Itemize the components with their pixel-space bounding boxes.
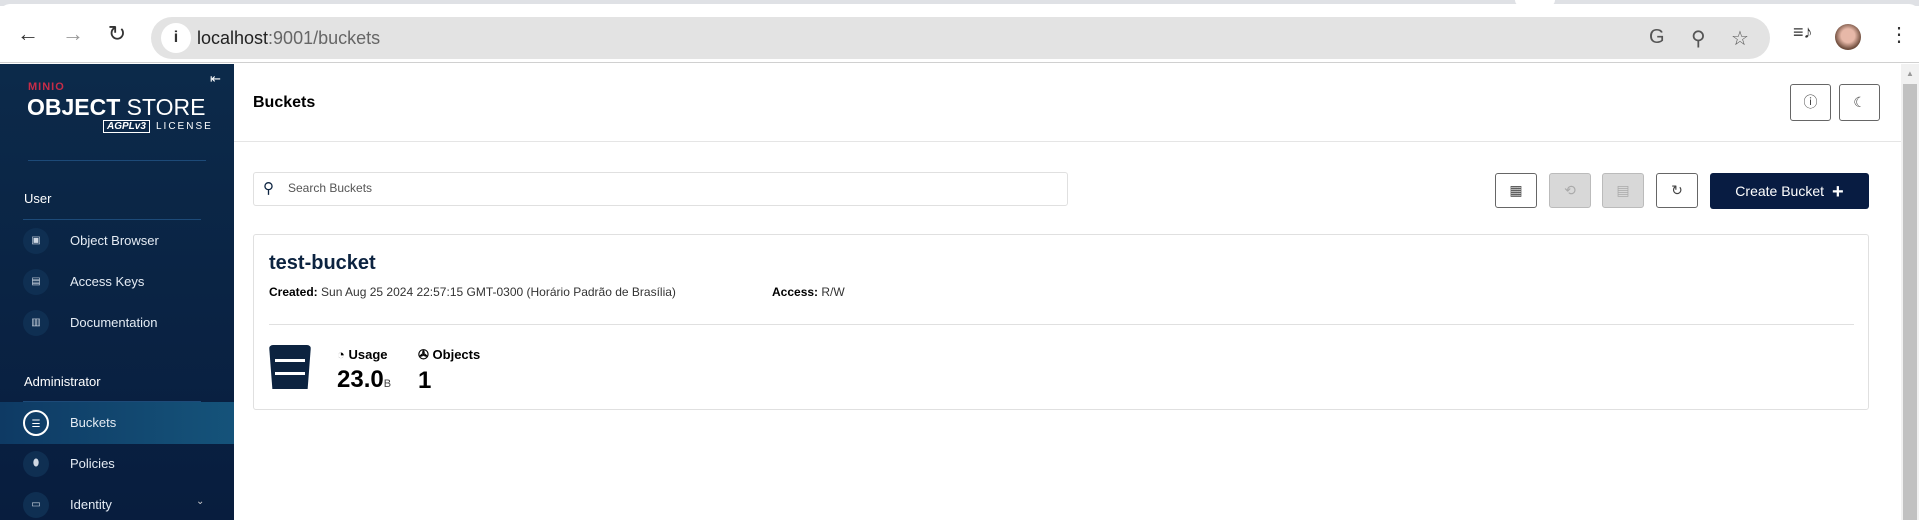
replication-icon: ⟲ (1564, 182, 1576, 198)
sidebar-item-buckets[interactable]: ☰ Buckets (0, 402, 234, 444)
sidebar-item-label: Documentation (70, 315, 158, 330)
scrollbar-thumb[interactable] (1903, 84, 1917, 520)
profile-avatar[interactable] (1835, 24, 1861, 50)
bucket-access: Access: R/W (772, 285, 845, 299)
access-keys-icon: ▤ (23, 269, 49, 295)
create-bucket-label: Create Bucket (1735, 183, 1825, 199)
section-user: User (24, 191, 52, 206)
help-icon: ⓘ (1803, 94, 1818, 110)
browser-toolbar: ← → ↻ i localhost:9001/buckets G ⚲ ☆ ≡♪ … (0, 4, 1919, 63)
sidebar-item-documentation[interactable]: ▥ Documentation (0, 302, 234, 344)
bucket-name[interactable]: test-bucket (269, 252, 376, 275)
sidebar: MINIO OBJECT STORE AGPLv3 LICENSE ⇤ User… (0, 64, 234, 520)
usage-stat: ◔ Usage 23.0B (337, 347, 392, 393)
collapse-sidebar-icon[interactable]: ⇤ (210, 71, 221, 87)
bucket-created: Created: Sun Aug 25 2024 22:57:15 GMT-03… (269, 285, 676, 299)
refresh-button[interactable]: ↻ (1656, 173, 1698, 208)
url-host: localhost (197, 28, 269, 48)
agpl-badge: AGPLv3 (103, 120, 150, 133)
search-bar[interactable]: ⚲ (253, 172, 1068, 206)
documentation-icon: ▥ (23, 310, 49, 336)
bucket-icon (269, 345, 311, 389)
brand-logo: MINIO (28, 81, 65, 93)
page-title: Buckets (253, 94, 316, 111)
sidebar-item-label: Buckets (70, 415, 117, 430)
replication-button[interactable]: ⟲ (1549, 173, 1591, 208)
pie-chart-icon: ◔ (337, 347, 345, 362)
moon-icon: ☾ (1853, 94, 1866, 110)
plus-icon: + (1832, 181, 1844, 203)
back-icon[interactable]: ← (14, 20, 42, 48)
site-info-icon[interactable]: i (161, 23, 191, 53)
refresh-icon: ↻ (1671, 182, 1683, 198)
policies-icon: ⬮ (23, 451, 49, 477)
zoom-icon[interactable]: ⚲ (1691, 26, 1706, 51)
objects-stat: ✇ Objects 1 (418, 347, 481, 394)
sidebar-item-label: Access Keys (70, 274, 145, 289)
select-multiple-button[interactable]: ▦ (1495, 173, 1537, 208)
media-icon[interactable]: ≡♪ (1793, 22, 1813, 43)
search-input[interactable] (288, 181, 1048, 195)
section-administrator: Administrator (24, 374, 101, 389)
menu-icon[interactable]: ⋮ (1889, 22, 1909, 47)
translate-icon[interactable]: G (1649, 26, 1665, 49)
card-divider (269, 324, 1854, 325)
sidebar-item-label: Identity (70, 497, 112, 512)
identity-icon: ▭ (23, 492, 49, 518)
main-content: Buckets ⓘ ☾ ⚲ ▦ ⟲ ▤ ↻ Create Bucket + tes… (234, 64, 1901, 520)
chevron-down-icon[interactable]: ⌄ (196, 496, 204, 507)
url-path: :9001/buckets (268, 28, 381, 48)
search-icon: ⚲ (263, 180, 274, 197)
product-name: OBJECT STORE (27, 94, 206, 120)
sidebar-item-policies[interactable]: ⬮ Policies (0, 443, 234, 485)
dark-mode-button[interactable]: ☾ (1839, 84, 1880, 121)
divider (28, 160, 206, 161)
scrollbar[interactable]: ▲ (1901, 64, 1919, 520)
delete-button[interactable]: ▤ (1602, 173, 1644, 208)
license-label: LICENSE (156, 121, 213, 132)
forward-icon[interactable]: → (59, 20, 87, 48)
sidebar-item-label: Policies (70, 456, 115, 471)
sidebar-item-access-keys[interactable]: ▤ Access Keys (0, 261, 234, 303)
objects-icon: ✇ (418, 347, 429, 362)
sidebar-item-object-browser[interactable]: ▣ Object Browser (0, 220, 234, 262)
trash-icon: ▤ (1616, 182, 1630, 198)
object-browser-icon: ▣ (23, 228, 49, 254)
help-button[interactable]: ⓘ (1790, 84, 1831, 121)
star-icon[interactable]: ☆ (1731, 26, 1749, 51)
grid-icon: ▦ (1509, 182, 1523, 198)
create-bucket-button[interactable]: Create Bucket + (1710, 173, 1869, 209)
bucket-card[interactable]: test-bucket Created: Sun Aug 25 2024 22:… (253, 234, 1869, 410)
sidebar-item-label: Object Browser (70, 233, 159, 248)
header-divider (234, 141, 1901, 142)
reload-icon[interactable]: ↻ (103, 20, 131, 48)
bucket-icon: ☰ (23, 410, 49, 436)
address-bar[interactable]: i localhost:9001/buckets G ⚲ ☆ (151, 17, 1770, 59)
scroll-up-icon[interactable]: ▲ (1906, 69, 1914, 78)
